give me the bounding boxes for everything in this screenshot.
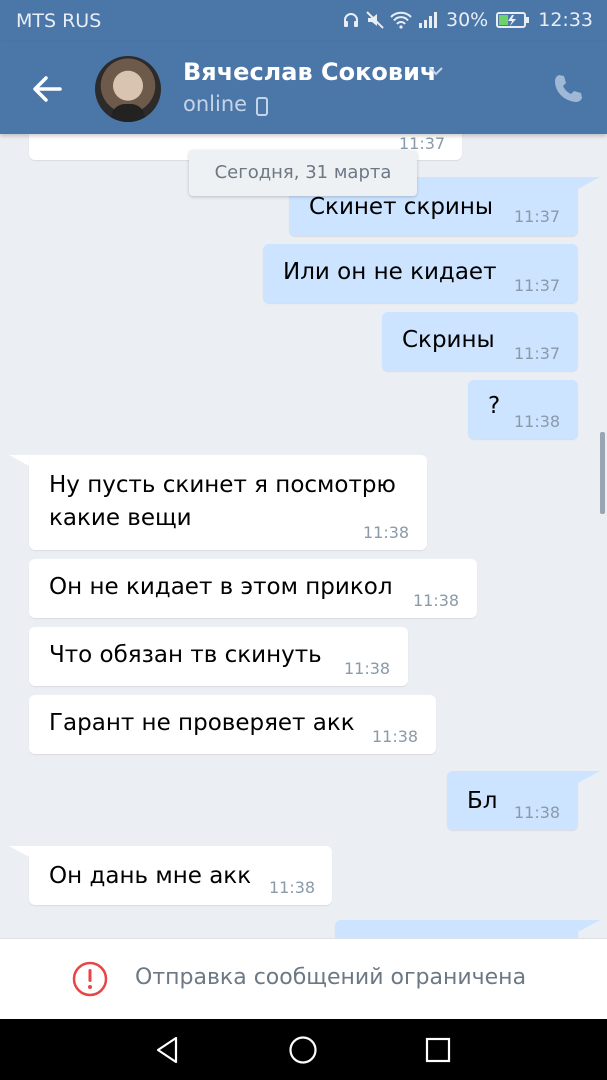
message-time: 11:37 [514,276,561,295]
status-bar: MTS RUS 30% 12:33 [0,0,607,42]
restriction-text: Отправка сообщений ограничена [135,965,527,990]
message-time: 11:38 [514,803,561,822]
nav-home-icon[interactable] [287,1034,319,1066]
message-incoming[interactable]: Что обязан тв скинуть 11:38 [29,627,408,686]
message-text: Ну пусть скинет я посмотрю какие вещи [49,469,396,535]
contact-status: online [183,92,248,116]
chevron-down-icon[interactable] [428,64,444,78]
message-incoming[interactable]: Ну пусть скинет я посмотрю какие вещи 11… [29,455,427,550]
message-time: 11:37 [514,207,561,226]
system-nav-bar [0,1019,607,1080]
message-outgoing[interactable]: ? 11:38 [468,380,578,439]
bubble-tail [9,846,31,858]
clock: 12:33 [538,9,593,31]
bubble-tail [578,771,600,783]
wifi-icon [390,11,412,29]
message-text: Гарант не проверяет акк [49,710,355,736]
status-icons [342,11,438,29]
message-text: Скрины [402,327,495,353]
nav-back-icon[interactable] [152,1034,184,1066]
call-icon[interactable] [552,72,584,104]
battery-icon [496,12,530,28]
carrier-name: MTS RUS [16,10,102,32]
message-outgoing[interactable]: Скрины 11:37 [382,312,578,371]
message-incoming[interactable]: Он не кидает в этом прикол 11:38 [29,559,477,618]
bubble-tail [578,177,600,189]
message-outgoing[interactable]: Бл 11:38 [447,771,578,830]
chat-header: Вячеслав Сокович online [0,42,607,134]
avatar[interactable] [95,56,161,122]
message-text: Бл [467,788,498,814]
signal-icon [419,12,437,28]
message-text: Он дань мне акк [49,863,252,889]
message-text: Он не кидает в этом прикол [49,574,393,600]
contact-name[interactable]: Вячеслав Сокович [183,58,436,86]
battery-percent: 30% [446,9,489,31]
message-time: 11:37 [514,344,561,363]
back-arrow-icon[interactable] [30,72,64,106]
message-incoming[interactable]: Гарант не проверяет акк 11:38 [29,695,436,754]
date-separator: Сегодня, 31 марта [189,150,417,196]
message-outgoing[interactable]: Или он не кидает 11:37 [263,244,578,303]
alert-icon [72,961,108,997]
message-time: 11:38 [269,878,316,897]
message-text: Что обязан тв скинуть [49,642,322,668]
message-text-line: Ну пусть скинет я посмотрю [49,472,396,498]
message-time: 11:38 [372,727,419,746]
message-text-line: какие вещи [49,505,192,531]
message-time: 11:38 [514,412,561,431]
message-time: 11:38 [344,659,391,678]
status-right: 30% 12:33 [342,9,593,31]
bubble-tail [578,920,600,932]
mute-icon [366,11,384,29]
message-incoming[interactable]: Он дань мне акк 11:38 [29,846,332,905]
message-time: 11:38 [363,523,410,542]
restriction-banner: Отправка сообщений ограничена [0,938,607,1020]
bubble-tail [9,455,31,467]
message-text: ? [488,393,501,419]
nav-recents-icon[interactable] [422,1034,454,1066]
headphones-icon [344,13,358,27]
mobile-phone-icon [256,97,268,116]
message-text: Или он не кидает [283,259,497,285]
message-time: 11:38 [413,591,460,610]
scrollbar[interactable] [600,432,605,514]
